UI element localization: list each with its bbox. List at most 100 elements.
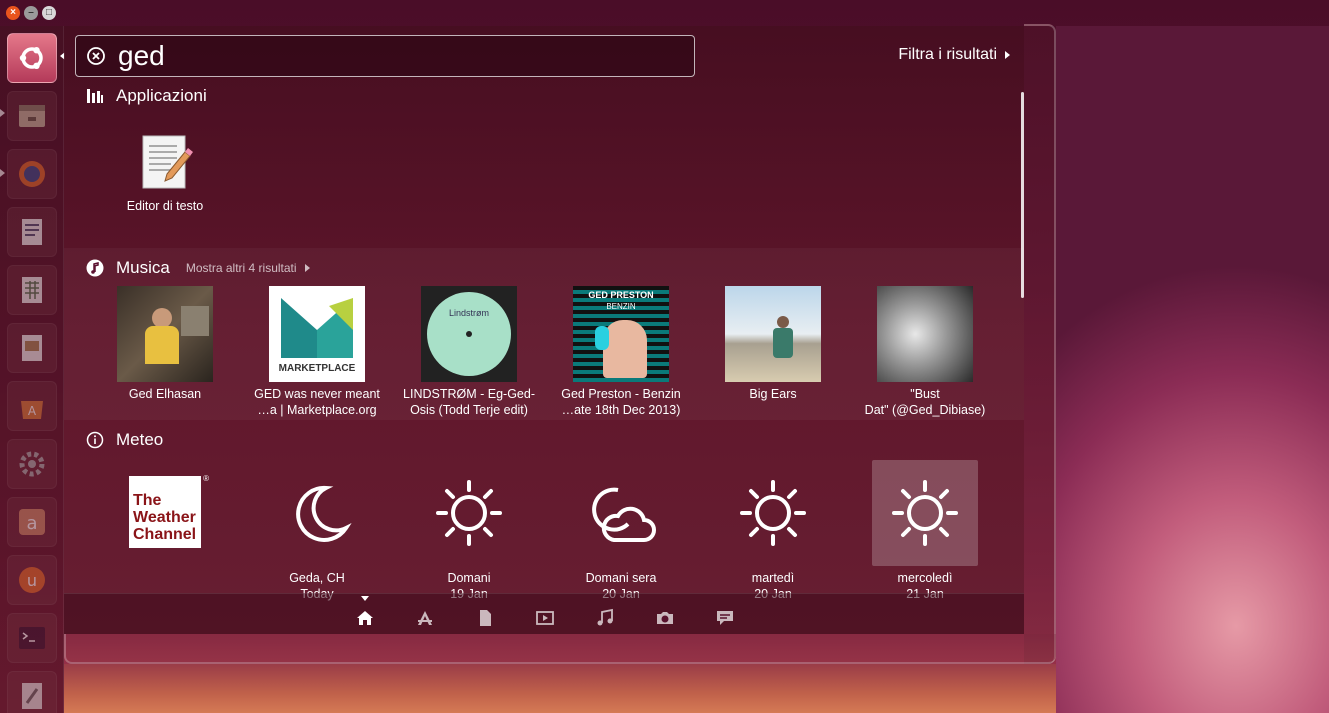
close-icon: × bbox=[10, 7, 16, 18]
terminal-icon bbox=[19, 627, 45, 649]
ubuntu-logo-icon bbox=[19, 47, 43, 69]
music-tile[interactable]: "Bust Dat" (@Ged_Dibiase) bbox=[855, 286, 995, 418]
launcher-text-editor-button[interactable] bbox=[7, 671, 57, 713]
album-cover: Lindstrøm bbox=[421, 286, 517, 382]
weather-tile[interactable]: Domani sera 20 Jan bbox=[551, 460, 691, 602]
weather-tile[interactable]: Geda, CH Today bbox=[247, 460, 387, 602]
weather-channel-tile[interactable]: The Weather Channel ® bbox=[95, 474, 235, 548]
lens-home[interactable] bbox=[355, 608, 375, 628]
weather-tile[interactable]: Domani 19 Jan bbox=[399, 460, 539, 602]
weather-tile[interactable]: martedì 20 Jan bbox=[703, 460, 843, 602]
close-button[interactable]: × bbox=[6, 6, 20, 20]
weather-day: Domani sera bbox=[585, 571, 657, 585]
lens-video[interactable] bbox=[535, 608, 555, 628]
music-tile[interactable]: Lindstrøm LINDSTRØM - Eg-Ged- Osis (Todd… bbox=[399, 286, 539, 418]
desktop-wallpaper bbox=[1056, 26, 1329, 713]
launcher-dash-button[interactable] bbox=[7, 33, 57, 83]
launcher-firefox-button[interactable] bbox=[7, 149, 57, 199]
home-icon bbox=[357, 611, 373, 625]
show-more-label: Mostra altri 4 risultati bbox=[185, 261, 297, 275]
logo-line: Channel bbox=[133, 526, 197, 543]
svg-text:u: u bbox=[27, 571, 37, 590]
minimize-icon: – bbox=[28, 7, 34, 18]
moon-icon bbox=[296, 485, 352, 542]
lens-music[interactable] bbox=[595, 608, 615, 628]
applications-header: Applicazioni bbox=[86, 86, 207, 106]
music-tile[interactable]: Big Ears bbox=[703, 286, 843, 402]
settings-icon bbox=[19, 451, 45, 477]
album-cover: GED PRESTON BENZIN bbox=[573, 286, 669, 382]
album-cover bbox=[117, 286, 213, 382]
launcher-calc-button[interactable] bbox=[7, 265, 57, 315]
sun-icon bbox=[892, 480, 958, 546]
weather-icon-box bbox=[568, 460, 674, 566]
weather-icon-box bbox=[264, 460, 370, 566]
music-tile[interactable]: GED PRESTON BENZIN Ged Preston - Benzin … bbox=[551, 286, 691, 418]
show-more-music-button[interactable]: Mostra altri 4 risultati bbox=[186, 261, 310, 275]
lens-files[interactable] bbox=[475, 608, 495, 628]
music-title: Musica bbox=[116, 258, 170, 277]
launcher-writer-button[interactable] bbox=[7, 207, 57, 257]
applications-title: Applicazioni bbox=[116, 86, 207, 105]
music-tile[interactable]: Ged Elhasan bbox=[95, 286, 235, 402]
calc-icon bbox=[22, 277, 42, 303]
cover-text: Lindstrøm bbox=[448, 308, 489, 318]
weather-tile-selected[interactable]: mercoledì 21 Jan bbox=[855, 460, 995, 602]
music-tile-title: Big Ears bbox=[749, 387, 797, 401]
apps-icon bbox=[418, 611, 432, 625]
chevron-right-icon bbox=[1005, 51, 1010, 59]
weather-section: Meteo The Weather Channel ® Geda, CH Tod… bbox=[64, 420, 1024, 601]
lens-photos[interactable] bbox=[655, 608, 675, 628]
music-icon bbox=[597, 608, 613, 626]
registered-mark: ® bbox=[203, 474, 209, 483]
music-header: Musica Mostra altri 4 risultati bbox=[86, 258, 310, 278]
album-cover: MARKETPLACE bbox=[269, 286, 365, 382]
app-tile-text-editor[interactable]: Editor di testo bbox=[95, 130, 235, 214]
music-tile-subtitle: …ate 18th Dec 2013) bbox=[561, 403, 681, 417]
chevron-right-icon bbox=[304, 264, 310, 272]
launcher: A a u bbox=[0, 26, 64, 713]
video-icon bbox=[536, 611, 554, 625]
search-input[interactable] bbox=[118, 40, 678, 72]
lens-social[interactable] bbox=[715, 608, 735, 628]
music-tile[interactable]: MARKETPLACE GED was never meant …a | Mar… bbox=[247, 286, 387, 418]
ubuntu-one-icon: u bbox=[19, 567, 45, 593]
minimize-button[interactable]: – bbox=[24, 6, 38, 20]
weather-icon-box bbox=[720, 460, 826, 566]
music-tile-subtitle: Dat" (@Ged_Dibiase) bbox=[864, 403, 986, 417]
weather-title: Meteo bbox=[116, 430, 164, 449]
filter-results-button[interactable]: Filtra i risultati bbox=[898, 46, 1010, 64]
lens-bar bbox=[64, 593, 1024, 634]
launcher-files-button[interactable] bbox=[7, 91, 57, 141]
music-tile-title: Ged Elhasan bbox=[128, 387, 202, 401]
launcher-impress-button[interactable] bbox=[7, 323, 57, 373]
dash-frame-right bbox=[1024, 24, 1056, 664]
lens-applications[interactable] bbox=[415, 608, 435, 628]
weather-day: mercoledì bbox=[897, 571, 953, 585]
software-center-icon: A bbox=[21, 401, 43, 419]
search-box bbox=[75, 35, 695, 77]
cover-text: GED PRESTON bbox=[588, 290, 654, 300]
firefox-icon bbox=[19, 161, 45, 187]
maximize-icon: □ bbox=[45, 7, 53, 18]
maximize-button[interactable]: □ bbox=[42, 6, 56, 20]
launcher-amazon-button[interactable]: a bbox=[7, 497, 57, 547]
album-cover bbox=[725, 286, 821, 382]
launcher-settings-button[interactable] bbox=[7, 439, 57, 489]
amazon-icon: a bbox=[19, 509, 45, 535]
launcher-software-center-button[interactable]: A bbox=[7, 381, 57, 431]
cover-text: MARKETPLACE bbox=[278, 363, 356, 374]
launcher-terminal-button[interactable] bbox=[7, 613, 57, 663]
text-editor-icon bbox=[133, 130, 197, 194]
music-note-icon bbox=[86, 259, 104, 277]
weather-day: Domani bbox=[447, 571, 491, 585]
weather-day: martedì bbox=[751, 571, 795, 585]
weather-channel-logo: The Weather Channel ® bbox=[129, 474, 209, 548]
launcher-ubuntu-one-button[interactable]: u bbox=[7, 555, 57, 605]
applications-section: Applicazioni Editor di testo bbox=[64, 78, 1024, 248]
social-icon bbox=[717, 611, 733, 625]
cover-subtext: BENZIN bbox=[606, 302, 636, 311]
clear-search-icon[interactable] bbox=[86, 46, 106, 66]
results-scrollbar[interactable] bbox=[1021, 92, 1024, 298]
impress-icon bbox=[22, 335, 42, 361]
